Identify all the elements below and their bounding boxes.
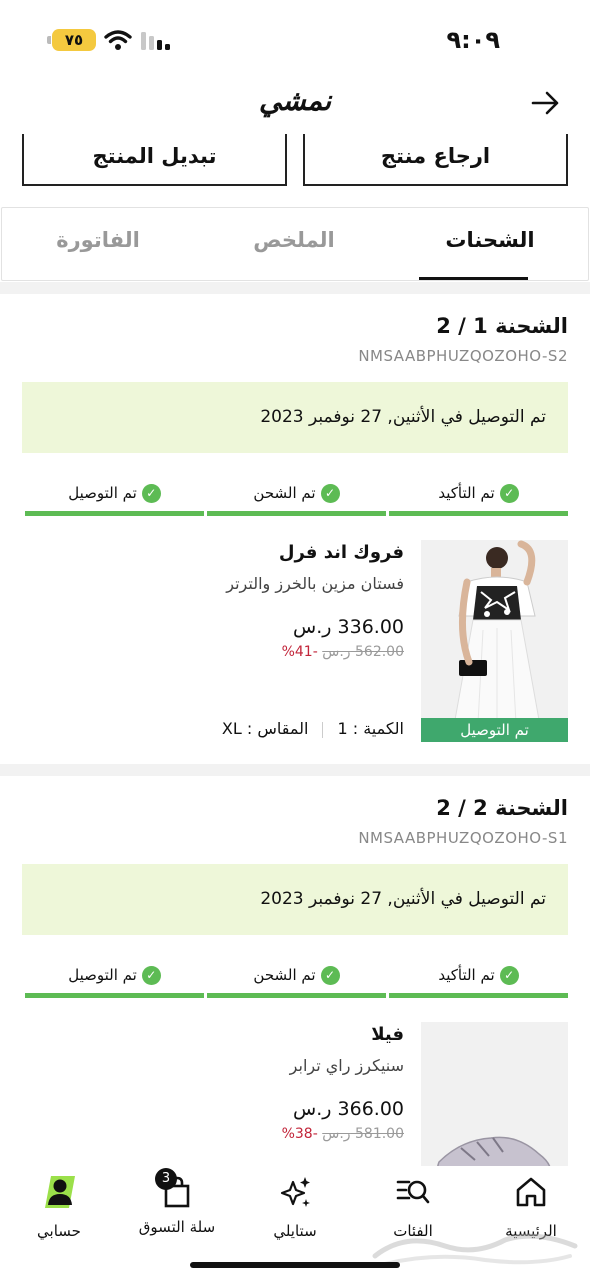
price-original-row: 581.00 ر.س -38% bbox=[276, 1126, 404, 1142]
price-value: 336.00 bbox=[337, 616, 404, 638]
check-circle-icon: ✓ bbox=[499, 484, 519, 503]
step-progress-bar bbox=[207, 993, 386, 998]
shipment-card: الشحنة 2 / 2 NMSAABPHUZQOZOHO-S1 تم التو… bbox=[0, 776, 590, 1166]
app-header: نمشي bbox=[0, 70, 590, 134]
step-shipped: ✓تم الشحن bbox=[207, 480, 386, 520]
dress-model-illustration bbox=[421, 540, 568, 742]
brand-logo: نمشي bbox=[258, 84, 332, 117]
check-circle-icon: ✓ bbox=[141, 484, 161, 503]
tab-shipments[interactable]: الشحنات bbox=[392, 228, 588, 252]
shipment-code: NMSAABPHUZQOZOHO-S1 bbox=[358, 829, 568, 847]
delivered-banner: تم التوصيل في الأثنين, 27 نوفمبر 2023 bbox=[22, 864, 568, 935]
home-icon bbox=[516, 1177, 546, 1207]
price-value: 366.00 bbox=[337, 1098, 404, 1120]
step-confirmed: ✓تم التأكيد bbox=[389, 480, 568, 520]
cart-icon-wrap: 3 bbox=[155, 1168, 195, 1210]
product-description[interactable]: سنيكرز راي ترابر bbox=[290, 1056, 404, 1075]
tab-invoice[interactable]: الفاتورة bbox=[0, 228, 196, 252]
status-time: ٩:٠٩ bbox=[446, 26, 500, 54]
nav-label: حسابي bbox=[37, 1222, 81, 1240]
exchange-product-button[interactable]: تبديل المنتج bbox=[22, 134, 287, 186]
order-tabs: الشحنات الملخص الفاتورة bbox=[1, 207, 589, 281]
step-shipped: ✓تم الشحن bbox=[207, 962, 386, 1002]
step-progress-bar bbox=[25, 993, 204, 998]
product-image[interactable] bbox=[421, 1022, 568, 1166]
delivered-message: تم التوصيل في الأثنين, 27 نوفمبر 2023 bbox=[260, 889, 546, 909]
return-product-button[interactable]: ارجاع منتج bbox=[303, 134, 568, 186]
divider bbox=[322, 721, 324, 738]
currency-symbol: ر.س bbox=[293, 1098, 332, 1120]
quantity-label: الكمية : 1 bbox=[337, 719, 404, 738]
size-label: المقاس : XL bbox=[221, 719, 309, 738]
currency-symbol: ر.س bbox=[322, 644, 351, 660]
step-label: تم الشحن bbox=[253, 966, 316, 984]
shipment-progress: ✓تم التأكيد ✓تم الشحن ✓تم التوصيل bbox=[24, 480, 568, 520]
nav-label: ستايلي bbox=[273, 1222, 317, 1240]
step-progress-bar bbox=[389, 993, 568, 998]
step-confirmed: ✓تم التأكيد bbox=[389, 962, 568, 1002]
nav-account[interactable]: حسابي bbox=[0, 1174, 118, 1240]
product-price: 336.00 ر.س bbox=[293, 616, 404, 638]
check-circle-icon: ✓ bbox=[320, 966, 340, 985]
active-tab-indicator bbox=[419, 277, 528, 280]
section-divider bbox=[0, 764, 590, 776]
original-price: 562.00 bbox=[355, 644, 404, 660]
tab-summary[interactable]: الملخص bbox=[196, 228, 392, 252]
product-brand[interactable]: فيلا bbox=[371, 1024, 404, 1045]
shipment-title: الشحنة 1 / 2 bbox=[436, 314, 568, 338]
delivered-message: تم التوصيل في الأثنين, 27 نوفمبر 2023 bbox=[260, 407, 546, 427]
shipment-title: الشحنة 2 / 2 bbox=[436, 796, 568, 820]
account-icon bbox=[45, 1176, 75, 1208]
quantity-size-row: الكمية : 1 المقاس : XL bbox=[222, 719, 404, 738]
delivered-badge: تم التوصيل bbox=[421, 718, 568, 742]
step-delivered: ✓تم التوصيل bbox=[25, 962, 204, 1002]
section-divider bbox=[0, 282, 590, 294]
price-original-row: 562.00 ر.س -41% bbox=[276, 644, 404, 660]
check-circle-icon: ✓ bbox=[320, 484, 340, 503]
step-label: تم التأكيد bbox=[438, 484, 495, 502]
sparkle-icon bbox=[280, 1177, 310, 1207]
battery-nub bbox=[47, 36, 51, 44]
step-label: تم الشحن bbox=[253, 484, 316, 502]
status-bar: ٩:٠٩ ٧٥ bbox=[0, 0, 590, 70]
discount-percent: -38% bbox=[281, 1126, 318, 1142]
categories-search-icon bbox=[396, 1180, 430, 1204]
discount-percent: -41% bbox=[281, 644, 318, 660]
shipment-card: الشحنة 1 / 2 NMSAABPHUZQOZOHO-S2 تم التو… bbox=[0, 294, 590, 764]
nav-my-style[interactable]: ستايلي bbox=[236, 1174, 354, 1240]
shipment-progress: ✓تم التأكيد ✓تم الشحن ✓تم التوصيل bbox=[24, 962, 568, 1002]
step-delivered: ✓تم التوصيل bbox=[25, 480, 204, 520]
step-label: تم التوصيل bbox=[68, 484, 137, 502]
shipment-code: NMSAABPHUZQOZOHO-S2 bbox=[358, 347, 568, 365]
battery-icon: ٧٥ bbox=[52, 29, 96, 51]
step-progress-bar bbox=[207, 511, 386, 516]
nav-cart[interactable]: 3 سلة التسوق bbox=[118, 1168, 236, 1236]
step-label: تم التأكيد bbox=[438, 966, 495, 984]
step-progress-bar bbox=[25, 511, 204, 516]
step-label: تم التوصيل bbox=[68, 966, 137, 984]
cart-count-badge: 3 bbox=[155, 1168, 177, 1190]
step-progress-bar bbox=[389, 511, 568, 516]
currency-symbol: ر.س bbox=[293, 616, 332, 638]
original-price: 581.00 bbox=[355, 1126, 404, 1142]
check-circle-icon: ✓ bbox=[141, 966, 161, 985]
check-circle-icon: ✓ bbox=[499, 966, 519, 985]
product-brand[interactable]: فروك اند فرل bbox=[279, 542, 404, 563]
product-description[interactable]: فستان مزين بالخرز والترتر bbox=[226, 574, 404, 593]
currency-symbol: ر.س bbox=[322, 1126, 351, 1142]
delivered-banner: تم التوصيل في الأثنين, 27 نوفمبر 2023 bbox=[22, 382, 568, 453]
home-indicator bbox=[190, 1262, 400, 1268]
product-price: 366.00 ر.س bbox=[293, 1098, 404, 1120]
nav-label: سلة التسوق bbox=[138, 1218, 216, 1236]
product-image[interactable]: تم التوصيل bbox=[421, 540, 568, 742]
sneaker-illustration bbox=[421, 1022, 568, 1166]
cellular-signal-icon bbox=[141, 32, 170, 50]
wifi-icon bbox=[104, 30, 132, 50]
